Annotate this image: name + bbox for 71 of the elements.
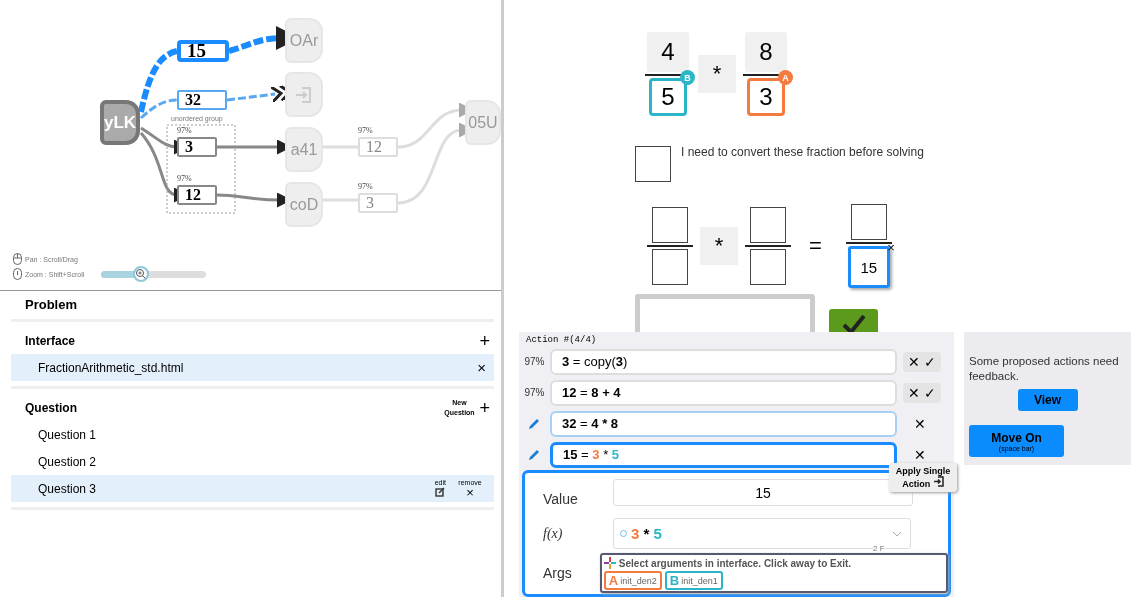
operator: * [700, 227, 738, 265]
pencil-icon [528, 448, 541, 461]
add-button[interactable]: + [479, 330, 490, 352]
interface-item[interactable]: FractionArithmetic_std.html × [11, 354, 494, 381]
accept-button[interactable]: ✓ [922, 353, 938, 370]
answer-field[interactable] [652, 207, 688, 243]
numerator: 8 [745, 32, 787, 72]
value-node[interactable]: 15 [177, 40, 229, 62]
section-title: Question [25, 401, 77, 415]
section-title: Interface [25, 334, 76, 348]
args-hint: Select arguments in interface. Click away to Exit. [618, 557, 852, 569]
operator: * [698, 55, 736, 93]
crosshair-icon [603, 557, 616, 569]
action-field[interactable]: 32 = 4 * 8 [550, 410, 897, 437]
connector [323, 198, 358, 202]
feedback-message: Some proposed actions need feedback. [969, 354, 1120, 384]
field-label: Args [543, 565, 573, 581]
answer-field[interactable] [850, 204, 887, 240]
apply-action-tooltip[interactable]: Apply Single Action [889, 463, 957, 492]
confidence-label: 97% [358, 182, 373, 191]
answer-field[interactable] [750, 249, 786, 285]
chevron-icon [892, 530, 902, 537]
value-node[interactable]: 12 [177, 185, 217, 205]
action-field[interactable]: 12 = 8 + 4 [550, 379, 897, 406]
remove-button[interactable]: ✕ [912, 415, 928, 432]
checkbox[interactable] [635, 146, 671, 182]
remove-button[interactable]: × [477, 359, 486, 376]
remove-button[interactable]: ✕ [912, 446, 928, 463]
confidence-label: 97% [524, 356, 545, 367]
question-item[interactable]: Question 1 [11, 421, 494, 448]
args-field[interactable]: Select arguments in interface. Click away to Exit. A init_den2 B init_den1 [599, 553, 948, 593]
mouse-icon [13, 268, 22, 280]
answer-field[interactable] [750, 207, 786, 243]
add-button[interactable]: + [479, 397, 490, 419]
argument-chip[interactable]: B init_den1 [664, 571, 723, 590]
value-node[interactable]: 32 [177, 90, 227, 110]
argument-badge: B [680, 70, 695, 85]
question-item[interactable]: Question 2 [11, 448, 494, 475]
confidence-label: 97% [177, 126, 192, 135]
confidence-label: 97% [524, 387, 545, 398]
view-button[interactable]: View [1017, 389, 1078, 411]
accept-button[interactable]: ✓ [922, 384, 938, 401]
panel-title: Problem [11, 291, 494, 322]
numerator: 4 [647, 32, 689, 72]
close-button[interactable]: × [887, 240, 895, 255]
connector [323, 145, 358, 149]
reject-button[interactable]: ✕ [906, 353, 922, 370]
formula-note: 2 F [873, 545, 885, 553]
action-counter: Action #(4/4) [525, 334, 598, 346]
exit-icon [932, 476, 944, 487]
value-node[interactable]: 3 [177, 137, 217, 157]
action-field[interactable]: 3 = copy(3) [550, 348, 897, 375]
zoom-icon[interactable] [133, 265, 150, 282]
check-icon [840, 313, 867, 332]
confidence-label: 97% [358, 126, 373, 135]
action-field[interactable]: 15 = 3 * 5 [550, 441, 897, 468]
pencil-icon [528, 417, 541, 430]
value-node[interactable]: 12 [358, 137, 398, 157]
field-label: f(x) [543, 525, 564, 542]
answer-field[interactable] [652, 249, 688, 285]
checkbox-label: I need to convert these fraction before solving [681, 145, 924, 159]
graph-node[interactable] [285, 72, 323, 117]
equals-sign: = [809, 233, 822, 259]
reject-button[interactable]: ✕ [906, 384, 922, 401]
value-node[interactable]: 3 [358, 193, 398, 213]
mouse-icon [13, 253, 22, 265]
argument-badge: A [778, 70, 793, 85]
field-label: Value [543, 490, 579, 507]
confidence-label: 97% [177, 174, 192, 183]
argument-chip[interactable]: A init_den2 [603, 571, 662, 590]
exit-icon [294, 84, 314, 105]
